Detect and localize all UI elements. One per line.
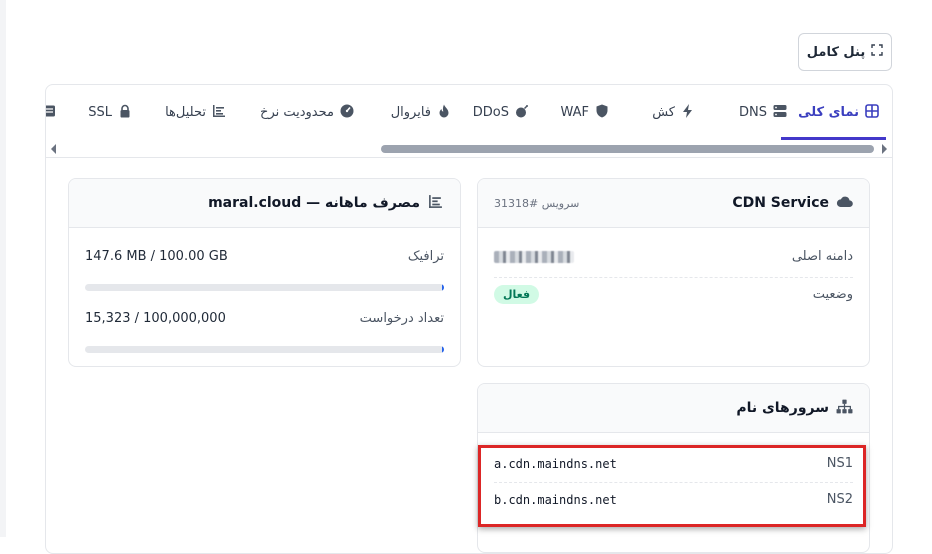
usage-card: مصرف ماهانه — maral.cloud ترافیک 147.6 M… (68, 178, 461, 367)
tab-analytics[interactable]: تحلیل‌ها (165, 85, 226, 140)
requests-progress-fill (442, 346, 444, 353)
usage-card-header: مصرف ماهانه — maral.cloud (69, 179, 460, 228)
sitemap-icon (836, 399, 853, 418)
tab-rate-limit[interactable]: محدودیت نرخ (260, 85, 354, 140)
tab-cache[interactable]: کش (652, 85, 695, 140)
service-card-header: CDN Service سرویس #31318 (478, 179, 869, 228)
lock-icon (118, 104, 132, 122)
service-card: CDN Service سرویس #31318 دامنه اصلی وضعی… (477, 178, 870, 367)
requests-row: تعداد درخواست 15,323 / 100,000,000 (85, 311, 444, 326)
tab-waf[interactable]: WAF (560, 85, 609, 140)
bomb-icon (515, 104, 529, 122)
tab-more[interactable] (46, 85, 56, 140)
tab-label: SSL (88, 105, 112, 120)
gauge-icon (340, 104, 354, 122)
scrollbar-thumb[interactable] (381, 145, 874, 153)
full-panel-button[interactable]: پنل کامل (798, 33, 892, 71)
tab-label: DDoS (472, 105, 509, 120)
nameservers-card-header: سرورهای نام (478, 384, 869, 433)
requests-progress-bar (85, 346, 444, 353)
scroll-right-arrow-icon[interactable] (882, 144, 887, 154)
requests-label: تعداد درخواست (359, 311, 444, 326)
tab-bar: نمای کلی DNS کش WAF DDoS فایروال محدودیت… (46, 85, 892, 142)
expand-icon (871, 44, 883, 60)
traffic-progress-bar (85, 284, 444, 291)
full-panel-label: پنل کامل (806, 44, 866, 60)
service-card-title: CDN Service (732, 194, 853, 213)
page-edge (0, 0, 6, 537)
domain-value-redacted (494, 250, 574, 263)
tab-dns[interactable]: DNS (739, 85, 787, 140)
traffic-label: ترافیک (407, 249, 444, 264)
status-badge: فعال (494, 285, 540, 304)
tab-ddos[interactable]: DDoS (473, 85, 529, 140)
tab-label: کش (652, 105, 675, 120)
bolt-icon (681, 103, 695, 122)
tab-label: محدودیت نرخ (260, 105, 334, 120)
shield-icon (595, 104, 609, 122)
tab-overview[interactable]: نمای کلی (798, 85, 879, 140)
fire-icon (437, 104, 451, 122)
status-row: وضعیت فعال (494, 285, 853, 304)
cloud-icon (836, 194, 853, 213)
nameservers-card-title: سرورهای نام (736, 399, 853, 418)
nameservers-highlight-box (478, 445, 866, 527)
traffic-row: ترافیک 147.6 MB / 100.00 GB (85, 249, 444, 264)
tab-firewall[interactable]: فایروال (391, 85, 451, 140)
status-label: وضعیت (812, 287, 853, 302)
chart-icon (427, 194, 444, 213)
list-icon (46, 104, 56, 122)
domain-label: دامنه اصلی (791, 249, 853, 264)
traffic-value: 147.6 MB / 100.00 GB (85, 249, 228, 264)
tab-label: تحلیل‌ها (165, 105, 206, 120)
tab-ssl[interactable]: SSL (88, 85, 132, 140)
tab-label: WAF (560, 105, 589, 120)
requests-value: 15,323 / 100,000,000 (85, 311, 226, 326)
tab-label: فایروال (390, 105, 431, 120)
service-name: CDN Service (732, 195, 829, 211)
server-icon (773, 104, 787, 122)
chart-icon (212, 104, 226, 122)
tab-scrollbar[interactable] (46, 141, 892, 158)
usage-title: مصرف ماهانه — maral.cloud (208, 195, 420, 211)
tab-label: نمای کلی (798, 105, 859, 120)
row-divider (494, 277, 853, 278)
traffic-progress-fill (442, 284, 444, 291)
scroll-left-arrow-icon[interactable] (51, 144, 56, 154)
domain-row: دامنه اصلی (494, 249, 853, 264)
tab-label: DNS (739, 105, 767, 120)
active-tab-indicator (781, 137, 886, 140)
grid-icon (865, 103, 879, 122)
nameservers-title: سرورهای نام (736, 400, 829, 416)
usage-card-title: مصرف ماهانه — maral.cloud (208, 194, 444, 213)
service-id: سرویس #31318 (494, 196, 580, 210)
